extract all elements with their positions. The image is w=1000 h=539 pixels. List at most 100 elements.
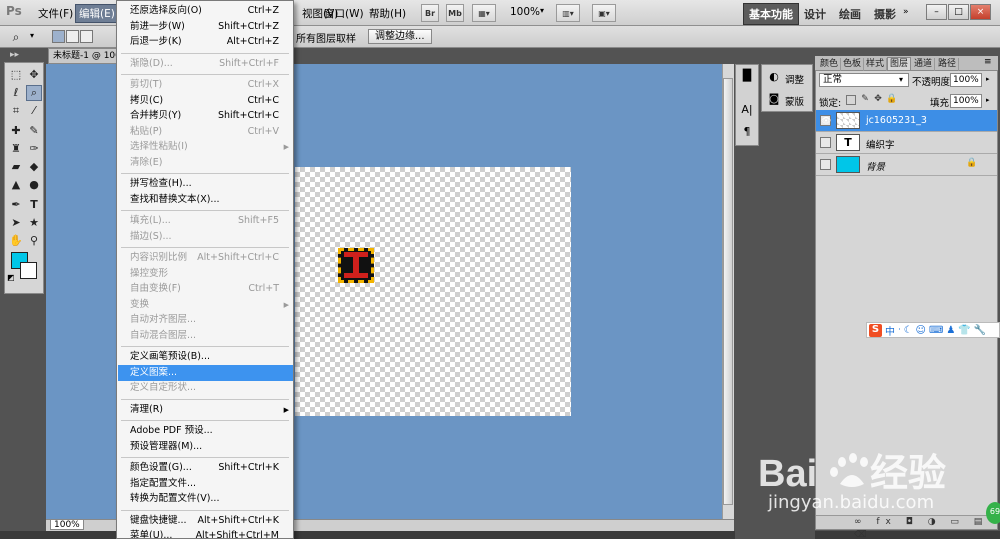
screen-mode-button[interactable]: ▣▾ xyxy=(592,4,616,22)
background-color-swatch[interactable] xyxy=(20,262,37,279)
edit-menu-item[interactable]: Adobe PDF 预设... xyxy=(118,423,293,439)
ime-punctuation-icon[interactable]: ᐧ xyxy=(898,325,901,336)
menu-window[interactable]: 窗口(W) xyxy=(321,5,367,22)
tab-styles[interactable]: 样式 xyxy=(864,58,888,71)
layer-row[interactable]: 👁 jc1605231_3 xyxy=(816,110,997,132)
workspace-design[interactable]: 设计 xyxy=(804,6,826,22)
chevron-right-icon[interactable]: ▸ xyxy=(986,75,990,83)
zoom-dropdown[interactable]: 100% xyxy=(510,6,540,18)
ime-skin-icon[interactable]: 👕 xyxy=(958,325,970,336)
chevron-down-icon[interactable]: ▾ xyxy=(30,31,34,40)
edit-menu-item[interactable]: 键盘快捷键... Alt+Shift+Ctrl+K xyxy=(118,513,293,529)
layers-footer-toolbar[interactable]: ∞ fx ◘ ◑ ▭ ▤ ⌫ xyxy=(816,515,997,539)
collapse-tools-icon[interactable]: ▸▸ xyxy=(10,50,19,60)
edit-menu-item[interactable]: 还原选择反向(O) Ctrl+Z xyxy=(118,3,293,19)
clone-stamp-tool-icon[interactable]: ♜ xyxy=(8,141,24,157)
edit-menu-item[interactable]: 定义画笔预设(B)... xyxy=(118,349,293,365)
masks-label[interactable]: 蒙版 xyxy=(785,94,804,108)
workspace-painting[interactable]: 绘画 xyxy=(839,6,861,22)
menu-file[interactable]: 文件(F) xyxy=(35,5,76,22)
eyedropper-tool-icon[interactable]: ⁄ xyxy=(26,103,42,119)
edit-menu-item[interactable]: 指定配置文件... xyxy=(118,476,293,492)
masks-icon[interactable]: ◙ xyxy=(764,91,784,107)
bridge-button[interactable]: Br xyxy=(421,4,439,22)
minimize-button[interactable]: – xyxy=(926,4,947,20)
zoom-status-field[interactable]: 100% xyxy=(50,519,84,530)
scrollbar-thumb[interactable] xyxy=(723,78,733,505)
shape-tool-icon[interactable]: ★ xyxy=(26,215,42,231)
menu-edit[interactable]: 编辑(E) xyxy=(75,4,119,23)
lasso-tool-icon[interactable]: ℓ xyxy=(8,85,24,101)
ime-settings-icon[interactable]: 🔧 xyxy=(974,325,986,336)
opacity-input[interactable]: 100% xyxy=(950,73,982,87)
layer-row[interactable]: 背景 🔒 xyxy=(816,154,997,176)
more-workspaces-icon[interactable]: » xyxy=(903,7,909,17)
edit-menu-item[interactable]: 查找和替换文本(X)... xyxy=(118,192,293,208)
quick-selection-tool-icon[interactable]: ⌕ xyxy=(26,85,42,101)
history-brush-tool-icon[interactable]: ✑ xyxy=(26,141,42,157)
quick-select-tool-preset-icon[interactable]: ⌕ xyxy=(8,29,24,45)
edit-menu-item[interactable]: 预设管理器(M)... xyxy=(118,439,293,455)
visibility-eye-icon[interactable]: 👁 xyxy=(820,115,831,126)
edit-menu-item[interactable]: 前进一步(W) Shift+Ctrl+Z xyxy=(118,19,293,35)
eraser-tool-icon[interactable]: ▰ xyxy=(8,159,24,175)
edit-menu-item[interactable]: 清理(R) ▶ xyxy=(118,402,293,418)
ime-chinese-mode[interactable]: 中 xyxy=(885,323,895,338)
brush-tool-icon[interactable]: ✎ xyxy=(26,123,42,139)
lock-all-icon[interactable]: 🔒 xyxy=(886,95,897,105)
edit-menu-item[interactable]: 菜单(U)... Alt+Shift+Ctrl+M xyxy=(118,528,293,538)
ime-keyboard-icon[interactable]: ⌨ xyxy=(929,325,943,336)
ime-emoji-icon[interactable]: ☺ xyxy=(916,325,926,336)
edit-menu-item[interactable]: 颜色设置(G)... Shift+Ctrl+K xyxy=(118,460,293,476)
paint-bucket-tool-icon[interactable]: ◆ xyxy=(26,159,42,175)
paragraph-panel-icon[interactable]: ¶ xyxy=(737,124,757,140)
workspace-essentials[interactable]: 基本功能 xyxy=(743,3,799,25)
refine-edge-button[interactable]: 调整边缘... xyxy=(368,29,432,44)
tab-paths[interactable]: 路径 xyxy=(936,58,960,71)
tab-channels[interactable]: 通道 xyxy=(912,58,936,71)
workspace-photography[interactable]: 摄影 xyxy=(874,6,896,22)
new-selection-icon[interactable] xyxy=(52,30,65,43)
arrange-documents-button[interactable]: ▥▾ xyxy=(556,4,580,22)
chevron-right-icon[interactable]: ▸ xyxy=(986,96,990,104)
visibility-eye-icon[interactable] xyxy=(820,159,831,170)
transparent-canvas[interactable] xyxy=(295,167,571,416)
path-selection-tool-icon[interactable]: ➤ xyxy=(8,215,24,231)
menu-help[interactable]: 帮助(H) xyxy=(366,5,409,22)
lock-position-icon[interactable]: ✥ xyxy=(873,95,883,105)
ime-user-icon[interactable]: ♟ xyxy=(946,325,955,336)
fill-input[interactable]: 100% xyxy=(950,94,982,108)
adjustments-icon[interactable]: ◐ xyxy=(764,69,784,85)
tab-layers[interactable]: 图层 xyxy=(887,57,912,70)
hand-tool-icon[interactable]: ✋ xyxy=(8,233,24,249)
sogou-ime-icon[interactable]: S xyxy=(869,323,882,337)
tab-swatches[interactable]: 色板 xyxy=(841,58,865,71)
add-selection-icon[interactable] xyxy=(66,30,79,43)
tab-color[interactable]: 颜色 xyxy=(818,58,842,71)
edit-menu-item[interactable]: 定义图案... xyxy=(118,364,293,381)
restore-button[interactable]: □ xyxy=(948,4,969,20)
layer-row[interactable]: T 编织字 xyxy=(816,132,997,154)
edit-menu-item[interactable]: 拷贝(C) Ctrl+C xyxy=(118,93,293,109)
close-button[interactable]: × xyxy=(970,4,991,20)
view-extras-button[interactable]: ▦▾ xyxy=(472,4,496,22)
mini-bridge-button[interactable]: Mb xyxy=(446,4,464,22)
selected-pattern-image[interactable] xyxy=(338,248,374,283)
edit-menu-item[interactable]: 合并拷贝(Y) Shift+Ctrl+C xyxy=(118,108,293,124)
lock-pixels-icon[interactable]: ✎ xyxy=(860,95,870,105)
default-colors-icon[interactable]: ◩ xyxy=(7,273,15,282)
marquee-tool-icon[interactable]: ⬚ xyxy=(8,67,24,83)
blend-mode-select[interactable]: 正常 xyxy=(819,73,909,87)
layer-name[interactable]: jc1605231_3 xyxy=(866,115,927,126)
zoom-tool-icon[interactable]: ⚲ xyxy=(26,233,42,249)
move-tool-icon[interactable]: ✥ xyxy=(26,67,42,83)
blur-tool-icon[interactable]: ▲ xyxy=(8,177,24,193)
adjustments-label[interactable]: 调整 xyxy=(785,72,804,86)
character-panel-icon[interactable]: A| xyxy=(737,102,757,118)
layer-name[interactable]: 编织字 xyxy=(866,137,895,151)
dodge-tool-icon[interactable]: ● xyxy=(26,177,42,193)
visibility-eye-icon[interactable] xyxy=(820,137,831,148)
panel-menu-icon[interactable]: ≡ xyxy=(984,57,992,67)
ime-halfwidth-icon[interactable]: ☾ xyxy=(904,325,913,336)
brush-panel-icon[interactable]: ▐▌ xyxy=(737,68,757,84)
